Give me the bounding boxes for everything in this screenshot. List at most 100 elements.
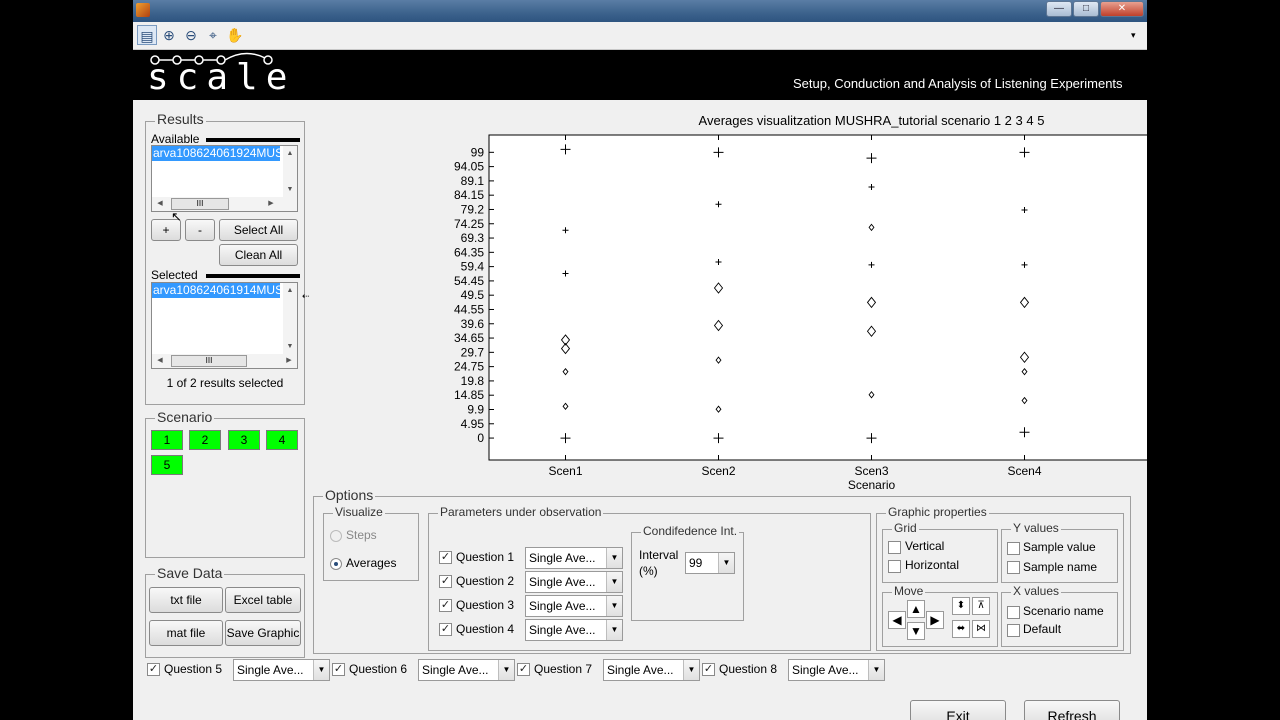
interval-select[interactable]: 99 ▼: [685, 552, 735, 574]
move-left-icon[interactable]: ◀: [888, 611, 906, 629]
question-1-select[interactable]: Single Ave... ▼: [525, 547, 623, 569]
results-status: 1 of 2 results selected: [166, 376, 284, 390]
move-right-icon[interactable]: ▶: [926, 611, 944, 629]
vertical-label: Vertical: [905, 539, 945, 553]
y-tick-label: 64.35: [454, 245, 484, 259]
default-checkbox[interactable]: [1007, 624, 1020, 637]
plot-area: [488, 134, 1147, 461]
scroll-up-icon[interactable]: ▲: [283, 284, 297, 298]
vertical-grid-checkbox[interactable]: [888, 541, 901, 554]
question-3-select[interactable]: Single Ave... ▼: [525, 595, 623, 617]
mouse-cursor-icon: ↖: [171, 209, 182, 224]
question-6-select[interactable]: Single Ave... ▼: [418, 659, 515, 681]
toolbar-dock-icon[interactable]: ▾: [1131, 30, 1136, 41]
question-6-checkbox[interactable]: ✓: [332, 663, 345, 676]
available-item[interactable]: arva108624061924MUS: [152, 146, 280, 161]
selected-item[interactable]: arva108624061914MUS: [152, 283, 280, 298]
sample-name-checkbox[interactable]: [1007, 561, 1020, 574]
y-tick-label: 29.7: [461, 345, 485, 359]
scenario-button-1[interactable]: 1: [151, 430, 183, 450]
horizontal-grid-checkbox[interactable]: [888, 560, 901, 573]
save-txt-button[interactable]: txt file: [149, 587, 223, 613]
graphic-properties-title: Graphic properties: [886, 505, 989, 520]
question-5-select[interactable]: Single Ave... ▼: [233, 659, 330, 681]
scroll-left-icon[interactable]: ◀: [153, 197, 167, 211]
scroll-up-icon[interactable]: ▲: [283, 147, 297, 161]
remove-result-button[interactable]: -: [185, 219, 215, 241]
interval-unit-label: (%): [639, 564, 658, 578]
clean-all-button[interactable]: Clean All: [219, 244, 298, 266]
dropdown-arrow-icon: ▼: [683, 660, 699, 680]
move-title: Move: [892, 584, 926, 599]
selected-listbox[interactable]: arva108624061914MUS ▲ ▼ ◀ III ▶: [151, 282, 298, 369]
save-excel-button[interactable]: Excel table: [225, 587, 301, 613]
zoom-out-icon[interactable]: ⊖: [181, 25, 201, 45]
question-2-select[interactable]: Single Ave... ▼: [525, 571, 623, 593]
select-all-button[interactable]: Select All: [219, 219, 298, 241]
scenario-name-label: Scenario name: [1023, 604, 1104, 618]
scroll-thumb[interactable]: III: [171, 355, 247, 367]
scroll-right-icon[interactable]: ▶: [282, 354, 296, 368]
x-axis-label: Scenario: [848, 478, 896, 492]
save-graphic-button[interactable]: Save Graphic: [225, 620, 301, 646]
move-up-icon[interactable]: ▲: [907, 600, 925, 618]
scenario-name-checkbox[interactable]: [1007, 606, 1020, 619]
data-tip-icon[interactable]: ⌖: [203, 25, 223, 45]
question-2-checkbox[interactable]: ✓: [439, 575, 452, 588]
close-button[interactable]: ✕: [1100, 1, 1144, 17]
shrink-vertical-icon[interactable]: ⊼: [972, 597, 990, 615]
scenario-button-5[interactable]: 5: [151, 455, 183, 475]
shrink-horizontal-icon[interactable]: ⋈: [972, 620, 990, 638]
selected-divider: [206, 274, 300, 278]
minimize-button[interactable]: —: [1046, 1, 1072, 17]
y-tick-label: 94.05: [454, 160, 484, 174]
interval-value: 99: [689, 556, 703, 570]
grid-panel: [882, 529, 998, 583]
question-7-select[interactable]: Single Ave... ▼: [603, 659, 700, 681]
scenario-button-3[interactable]: 3: [228, 430, 260, 450]
x-tick-label: Scen4: [1007, 464, 1041, 478]
steps-radio[interactable]: [330, 530, 342, 542]
available-listbox[interactable]: arva108624061924MUS ▲ ▼ ◀ III ▶: [151, 145, 298, 212]
expand-vertical-icon[interactable]: ⬍: [952, 597, 970, 615]
steps-label: Steps: [346, 528, 377, 542]
scroll-down-icon[interactable]: ▼: [283, 183, 297, 197]
question-8-checkbox[interactable]: ✓: [702, 663, 715, 676]
scroll-left-icon[interactable]: ◀: [153, 354, 167, 368]
maximize-button[interactable]: □: [1073, 1, 1099, 17]
refresh-button[interactable]: Refresh: [1024, 700, 1120, 720]
question-3-checkbox[interactable]: ✓: [439, 599, 452, 612]
y-values-title: Y values: [1011, 521, 1061, 536]
default-label: Default: [1023, 622, 1062, 636]
save-mat-button[interactable]: mat file: [149, 620, 223, 646]
question-7-label: Question 7: [534, 662, 593, 676]
question-4-select[interactable]: Single Ave... ▼: [525, 619, 623, 641]
sample-value-checkbox[interactable]: [1007, 542, 1020, 555]
question-1-checkbox[interactable]: ✓: [439, 551, 452, 564]
question-5-label: Question 5: [164, 662, 223, 676]
data-cursor-icon[interactable]: ▤: [137, 25, 157, 45]
pan-hand-icon[interactable]: ✋: [225, 25, 245, 45]
y-tick-label: 19.8: [461, 374, 485, 388]
scroll-down-icon[interactable]: ▼: [283, 340, 297, 354]
y-tick-label: 0: [477, 431, 484, 445]
y-tick-label: 14.85: [454, 388, 484, 402]
question-4-checkbox[interactable]: ✓: [439, 623, 452, 636]
move-down-icon[interactable]: ▼: [907, 622, 925, 640]
visualize-title: Visualize: [333, 505, 385, 520]
question-5-value: Single Ave...: [237, 663, 304, 677]
question-7-checkbox[interactable]: ✓: [517, 663, 530, 676]
scenario-button-2[interactable]: 2: [189, 430, 221, 450]
expand-horizontal-icon[interactable]: ⬌: [952, 620, 970, 638]
averages-radio[interactable]: [330, 558, 342, 570]
y-tick-label: 89.1: [461, 174, 485, 188]
dropdown-arrow-icon: ▼: [606, 596, 622, 616]
exit-button[interactable]: Exit: [910, 700, 1006, 720]
question-8-select[interactable]: Single Ave... ▼: [788, 659, 885, 681]
question-5-checkbox[interactable]: ✓: [147, 663, 160, 676]
scroll-right-icon[interactable]: ▶: [264, 197, 278, 211]
scenario-button-4[interactable]: 4: [266, 430, 298, 450]
zoom-in-icon[interactable]: ⊕: [159, 25, 179, 45]
collapse-arrow-icon[interactable]: ⇠: [302, 291, 310, 302]
x-tick-label: Scen3: [854, 464, 888, 478]
